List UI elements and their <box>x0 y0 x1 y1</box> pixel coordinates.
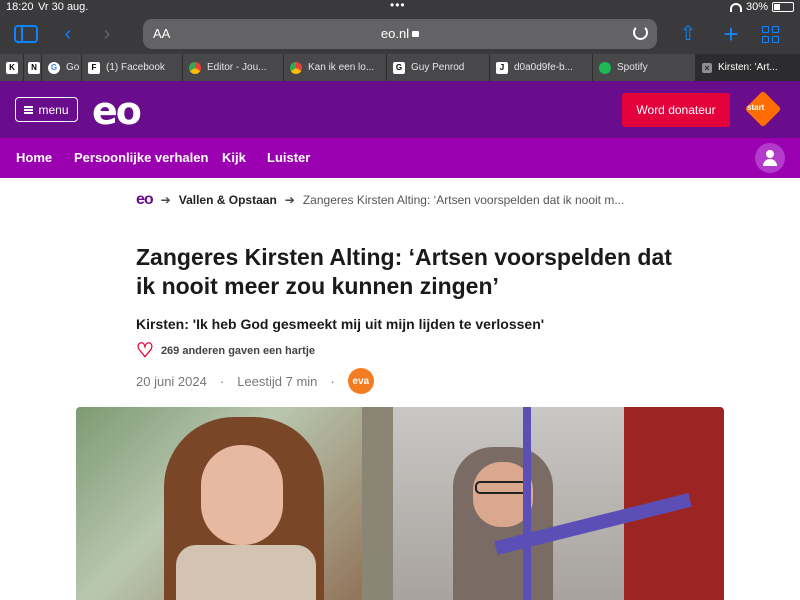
portrait-photo <box>76 407 393 600</box>
chrome-icon <box>189 61 201 74</box>
separator-dot: · <box>330 373 335 389</box>
tab-label: Kirsten: 'Art... <box>718 62 778 73</box>
eo-logo[interactable]: eo <box>92 89 142 133</box>
publish-date: 20 juni 2024 <box>136 373 207 389</box>
tab-label: Guy Penrod <box>411 62 465 73</box>
hamburger-icon <box>24 105 34 114</box>
tab-k[interactable]: K <box>0 54 24 81</box>
tab-label: Spotify <box>617 62 648 73</box>
reading-time: Leestijd 7 min <box>237 373 318 389</box>
battery-icon <box>772 2 794 12</box>
wifi-icon <box>729 2 742 12</box>
notion-favicon-icon: N <box>28 61 40 74</box>
new-tab-icon[interactable]: + <box>718 21 744 47</box>
back-arrow-icon[interactable]: ‹ <box>55 22 81 46</box>
npo-start-logo[interactable]: start <box>744 90 784 128</box>
tab-overview-icon[interactable] <box>762 26 780 44</box>
f-favicon-icon: F <box>88 61 100 74</box>
close-icon[interactable]: × <box>702 62 712 73</box>
tab-spotify[interactable]: Spotify <box>593 54 696 81</box>
user-icon[interactable] <box>755 143 785 173</box>
battery-percent: 30% <box>745 1 768 13</box>
rehab-photo <box>393 407 724 600</box>
browser-toolbar: ‹ › AA eo.nl ⇧ + <box>0 16 800 54</box>
breadcrumb-home[interactable]: eo <box>136 191 154 209</box>
tab-guy-penrod[interactable]: G Guy Penrod <box>387 54 490 81</box>
site-header: menu eo Word donateur start <box>0 81 800 138</box>
multitask-dots-icon[interactable]: ••• <box>390 0 406 12</box>
nav-item-persoonlijke-verhalen[interactable]: Persoonlijke verhalen <box>74 150 208 165</box>
likes-row: ♡ 269 anderen gaven een hartje <box>136 341 316 361</box>
status-bar: 18:20 Vr 30 aug. ••• 30% <box>0 0 800 16</box>
menu-button[interactable]: menu <box>15 97 78 122</box>
tab-kirsten-active[interactable]: × Kirsten: 'Art... <box>696 54 800 81</box>
status-time: 18:20 <box>6 1 34 13</box>
url-text: eo.nl <box>380 26 410 41</box>
nav-item-home[interactable]: Home <box>16 150 52 165</box>
breadcrumb: eo ➔ Vallen & Opstaan ➔ Zangeres Kirsten… <box>136 191 624 209</box>
tab-notion[interactable]: N <box>24 54 42 81</box>
tab-label: Kan ik een lo... <box>308 62 375 73</box>
article-title: Zangeres Kirsten Alting: ‘Artsen voorspe… <box>136 244 672 299</box>
tab-label: d0a0d9fe-b... <box>514 62 573 73</box>
article-subtitle: Kirsten: 'Ik heb God gesmeekt mij uit mi… <box>136 316 545 332</box>
arrow-right-icon: ➔ <box>160 193 171 207</box>
tab-label: (1) Facebook <box>106 62 165 73</box>
likes-text: 269 anderen gaven een hartje <box>160 345 316 357</box>
tab-editor[interactable]: Editor - Jou... <box>183 54 284 81</box>
menu-label: menu <box>38 102 69 117</box>
tab-kan-ik[interactable]: Kan ik een lo... <box>284 54 387 81</box>
tab-facebook[interactable]: F (1) Facebook <box>82 54 183 81</box>
nav-item-luister[interactable]: Luister <box>267 150 310 165</box>
tab-label: Editor - Jou... <box>207 62 267 73</box>
tab-d0a0d9fe[interactable]: Jd0a0d9fe-b... <box>490 54 593 81</box>
breadcrumb-section[interactable]: Vallen & Opstaan <box>179 193 277 207</box>
forward-arrow-icon[interactable]: › <box>94 22 120 46</box>
tab-google[interactable]: G Go <box>42 54 82 81</box>
article-meta: 20 juni 2024 · Leestijd 7 min · eva <box>136 368 374 394</box>
g-favicon-icon: G <box>393 61 405 74</box>
article-hero-image <box>76 407 724 600</box>
nav-item-kijk[interactable]: Kijk <box>222 150 246 165</box>
j-favicon-icon: J <box>496 61 508 74</box>
npo-label: start <box>747 103 765 112</box>
reload-icon[interactable] <box>633 25 648 40</box>
tab-bar: K N G Go F (1) Facebook Editor - Jou... Ka… <box>0 54 800 81</box>
share-icon[interactable]: ⇧ <box>675 22 701 46</box>
status-date: Vr 30 aug. <box>38 1 89 13</box>
donate-button[interactable]: Word donateur <box>622 93 730 127</box>
author-badge[interactable]: eva <box>347 368 374 394</box>
chrome-icon <box>290 61 302 74</box>
k-favicon-icon: K <box>6 61 18 74</box>
address-bar[interactable]: AA eo.nl <box>143 19 657 49</box>
tab-label: Go <box>66 62 80 73</box>
heart-icon[interactable]: ♡ <box>136 341 154 361</box>
breadcrumb-current: Zangeres Kirsten Alting: ‘Artsen voorspe… <box>302 193 625 207</box>
main-nav: Home Persoonlijke verhalen Kijk Luister <box>0 138 800 178</box>
separator-dot: · <box>219 373 225 389</box>
google-icon: G <box>48 61 60 74</box>
lock-icon <box>412 31 420 37</box>
sidebar-toggle-icon[interactable] <box>14 25 38 43</box>
arrow-right-icon: ➔ <box>284 193 295 207</box>
spotify-icon <box>599 61 611 74</box>
